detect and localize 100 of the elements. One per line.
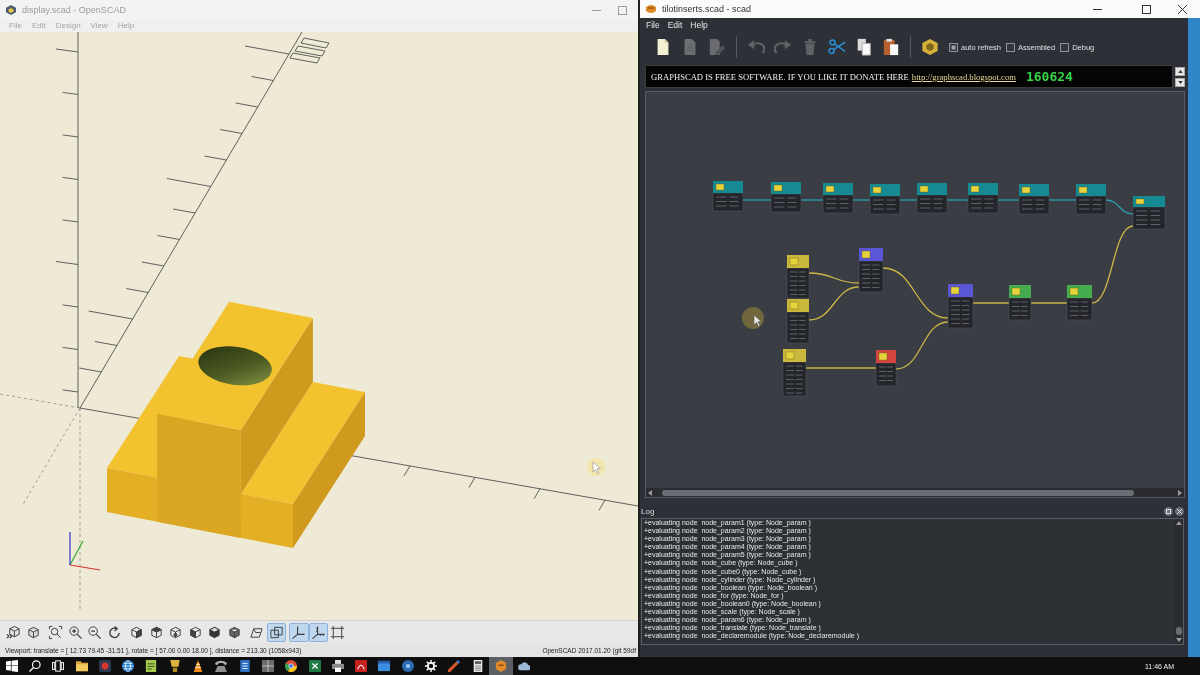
zoom-in-icon xyxy=(67,624,83,640)
search-icon xyxy=(28,660,41,672)
maximize-icon xyxy=(617,5,627,15)
cube-preview-icon xyxy=(6,624,22,640)
arrow-up-icon xyxy=(1177,69,1183,73)
node-type-icon xyxy=(715,183,725,191)
checkbox[interactable] xyxy=(949,42,958,52)
scrollbar[interactable] xyxy=(646,488,1184,497)
reset-view-icon xyxy=(106,624,122,640)
scale-axes-icon xyxy=(310,624,326,640)
scroll-up-button[interactable] xyxy=(1175,66,1185,76)
node-type-icon xyxy=(872,186,882,194)
node-type-icon xyxy=(861,250,871,259)
cloud-icon xyxy=(518,660,531,672)
node-type-icon xyxy=(1135,198,1145,205)
graph-node[interactable] xyxy=(786,255,810,299)
menu-item[interactable]: Edit xyxy=(663,18,687,32)
graph-node[interactable] xyxy=(858,248,884,293)
graph-node[interactable] xyxy=(1075,184,1107,215)
curve-tile-icon xyxy=(355,660,368,672)
graph-node[interactable] xyxy=(712,181,744,212)
zoom-out-icon xyxy=(87,624,103,640)
scrollbar[interactable] xyxy=(1174,519,1183,644)
donation-link[interactable]: http://graphscad.blogspot.com xyxy=(911,71,1016,82)
axes-indicator-icon xyxy=(69,531,101,571)
connection-wire xyxy=(742,199,772,201)
window-title: display.scad - OpenSCAD xyxy=(22,5,126,15)
scroll-down-button[interactable] xyxy=(1175,77,1185,87)
connection-wire xyxy=(1048,199,1077,201)
graph-node[interactable] xyxy=(1008,285,1032,321)
connection-wire xyxy=(899,199,918,201)
graph-node[interactable] xyxy=(782,349,807,397)
clipboard-icon xyxy=(882,38,900,56)
banner-message: GRAPHSCAD IS FREE SOFTWARE. IF YOU LIKE IT DONATE HERE xyxy=(651,71,909,82)
graph-node[interactable] xyxy=(967,183,999,214)
cursor-highlight-icon xyxy=(742,307,764,329)
arrow-right-icon xyxy=(1178,489,1182,496)
menu-item[interactable]: File xyxy=(642,18,664,32)
gear-icon xyxy=(425,660,437,672)
zoom-fit-icon xyxy=(48,624,64,640)
node-type-icon xyxy=(878,352,888,361)
graph-node[interactable] xyxy=(1018,184,1050,215)
record-icon xyxy=(98,660,111,672)
connection-wire xyxy=(997,199,1020,201)
close-icon xyxy=(1177,508,1182,514)
connection-wire xyxy=(882,267,949,319)
node-type-icon xyxy=(785,351,795,360)
connection-wire xyxy=(808,286,860,321)
cursor-highlight-icon xyxy=(587,458,605,476)
trophy-icon xyxy=(168,660,181,672)
graph-node[interactable] xyxy=(875,350,897,387)
checkbox[interactable] xyxy=(1060,42,1070,52)
redo-icon xyxy=(774,38,792,56)
connection-wire xyxy=(800,199,824,201)
connection-wire xyxy=(895,321,949,370)
connection-wire xyxy=(852,199,871,201)
hexagon-button[interactable] xyxy=(919,36,941,58)
node-type-icon xyxy=(1078,186,1088,194)
windows-logo-icon xyxy=(5,660,18,672)
arrow-left-icon xyxy=(648,489,652,496)
graph-node[interactable] xyxy=(1132,196,1166,230)
segmented-circle-icon xyxy=(285,660,298,672)
telephone-icon xyxy=(215,660,228,672)
minimize-icon xyxy=(1092,8,1102,10)
checkbox[interactable] xyxy=(1006,42,1016,52)
graph-node[interactable] xyxy=(916,183,948,214)
menu-item[interactable]: Help xyxy=(686,18,712,32)
graph-node[interactable] xyxy=(1066,285,1093,321)
connection-wire xyxy=(972,302,1010,304)
connection-wire xyxy=(946,199,969,201)
scrollbar-thumb[interactable] xyxy=(1175,627,1182,635)
orthogonal-button[interactable] xyxy=(266,622,286,642)
graph-node[interactable] xyxy=(770,182,802,213)
folder-icon xyxy=(75,660,88,672)
connection-wire xyxy=(805,367,877,369)
app-logo-icon xyxy=(6,5,16,15)
scale-axes-button[interactable] xyxy=(308,622,328,642)
view-left-icon xyxy=(187,624,203,640)
graph-node[interactable] xyxy=(947,284,974,329)
arrow-down-icon xyxy=(1177,80,1183,84)
graph-node[interactable] xyxy=(869,184,901,215)
globe-icon xyxy=(122,660,135,672)
node-type-icon xyxy=(789,257,799,266)
axes-button[interactable] xyxy=(289,622,309,642)
connection-wire xyxy=(1030,302,1068,304)
node-type-icon xyxy=(950,286,960,295)
node-type-icon xyxy=(1021,186,1031,194)
node-type-icon xyxy=(825,185,835,193)
close-button[interactable] xyxy=(1175,506,1184,516)
undo-icon xyxy=(747,38,765,56)
view-front-icon xyxy=(207,624,223,640)
graph-node[interactable] xyxy=(786,299,810,344)
printer-icon xyxy=(331,660,344,672)
float-button[interactable] xyxy=(1164,506,1173,516)
view-back-icon xyxy=(226,624,242,640)
scrollbar-thumb[interactable] xyxy=(662,489,1134,496)
document-icon xyxy=(238,660,251,672)
graph-node[interactable] xyxy=(822,183,854,214)
note-icon xyxy=(145,660,158,672)
node-type-icon xyxy=(970,185,980,193)
